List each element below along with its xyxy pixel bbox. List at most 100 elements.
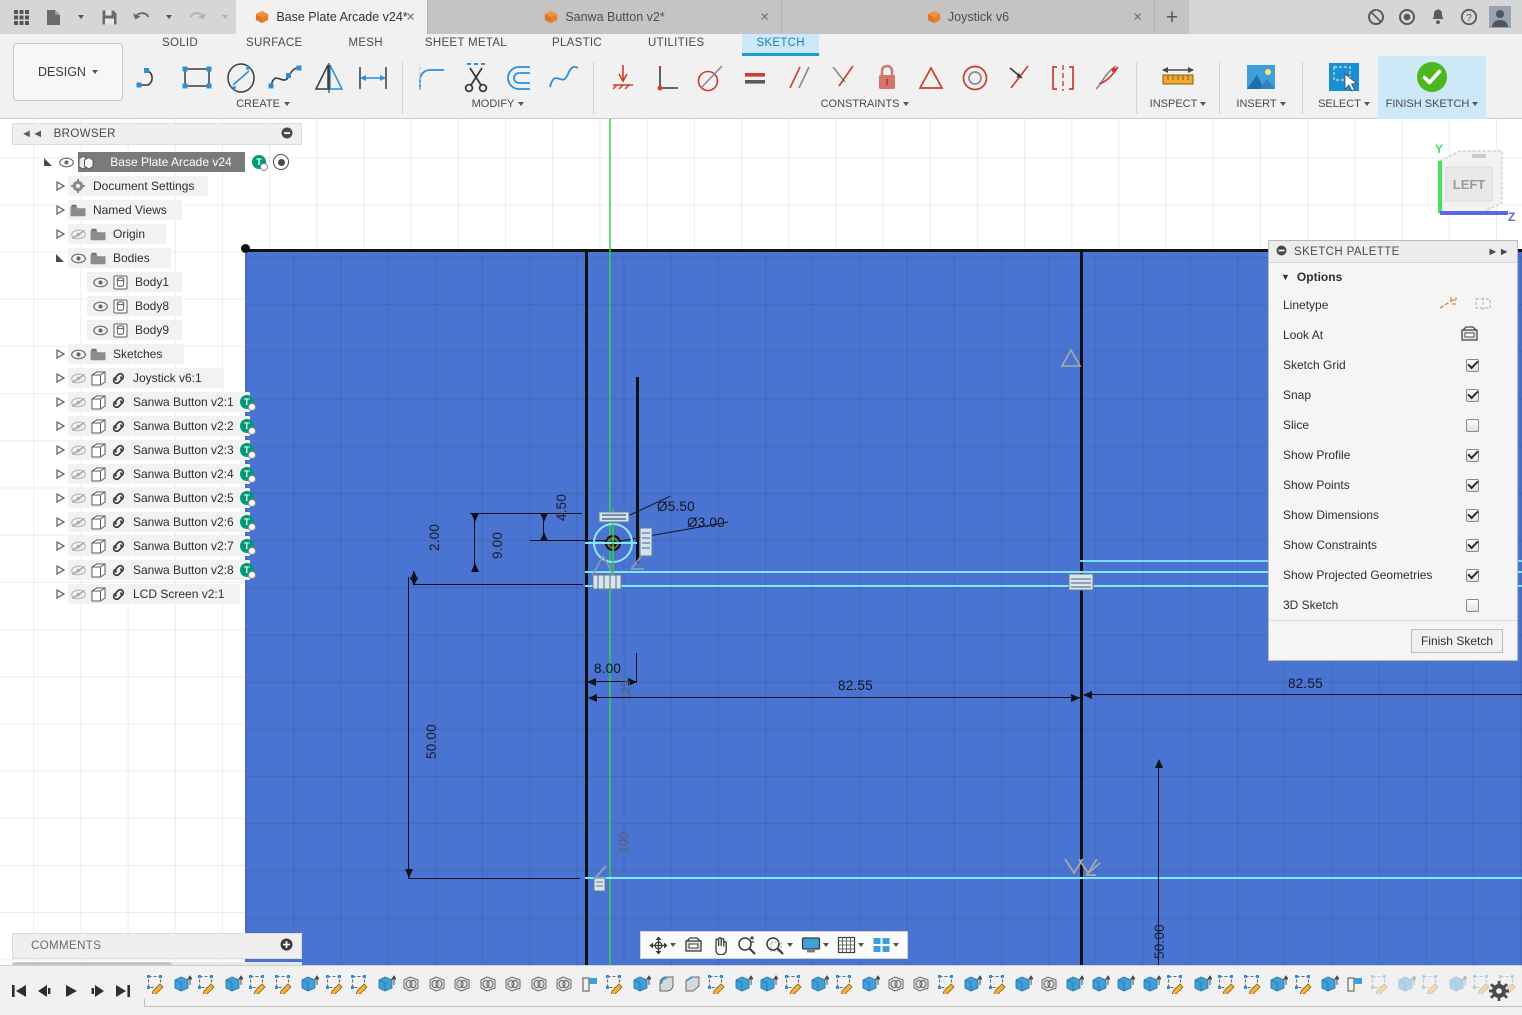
component-badge-icon[interactable]: T bbox=[240, 395, 254, 409]
timeline-feature-joint-icon[interactable] bbox=[399, 969, 425, 1001]
sketch-dimension-icon[interactable] bbox=[351, 56, 395, 100]
line-icon[interactable] bbox=[131, 56, 175, 100]
apps-grid-icon[interactable] bbox=[6, 2, 36, 32]
coincident-constraint-glyph-right[interactable] bbox=[639, 527, 653, 560]
visibility-eye-hidden-icon[interactable] bbox=[68, 517, 88, 528]
show-constraints-checkbox[interactable] bbox=[1466, 539, 1479, 552]
tab-utilities[interactable]: UTILITIES bbox=[634, 34, 718, 56]
step-forward-icon[interactable] bbox=[84, 976, 110, 1006]
new-file-icon[interactable] bbox=[38, 2, 68, 32]
sidebar-item-body9[interactable]: Body9 bbox=[12, 318, 302, 342]
tangent-constraint-glyph-top[interactable] bbox=[1060, 347, 1082, 372]
rectangle-icon[interactable] bbox=[175, 56, 219, 100]
twisty-icon[interactable] bbox=[52, 397, 68, 407]
new-file-dropdown-icon[interactable] bbox=[70, 2, 92, 32]
timeline-feature-sketch-icon[interactable] bbox=[1215, 969, 1241, 1001]
vertical-constraint-glyph[interactable] bbox=[592, 571, 622, 596]
visibility-eye-hidden-icon[interactable] bbox=[68, 373, 88, 384]
curvature-constraint-icon[interactable] bbox=[1085, 56, 1129, 100]
visibility-eye-hidden-icon[interactable] bbox=[68, 397, 88, 408]
timeline-feature-extrude-icon[interactable] bbox=[170, 969, 196, 1001]
fix-unfix-lock-icon[interactable] bbox=[865, 56, 909, 100]
timeline-feature-sketch-icon[interactable] bbox=[603, 969, 629, 1001]
sidebar-item-lcd-screen-v2-1[interactable]: LCD Screen v2:1 bbox=[12, 582, 302, 606]
sidebar-item-document-settings[interactable]: Document Settings bbox=[12, 174, 302, 198]
timeline-feature-extrude-icon[interactable] bbox=[629, 969, 655, 1001]
tab-solid[interactable]: SOLID bbox=[148, 34, 212, 56]
collinear-constraint-glyph-right[interactable] bbox=[1082, 861, 1104, 886]
dim-50-00-right[interactable]: 50.00 bbox=[1152, 924, 1167, 959]
construction-linetype-icon[interactable] bbox=[1439, 296, 1458, 314]
sidebar-item-named-views[interactable]: Named Views bbox=[12, 198, 302, 222]
component-badge-icon[interactable]: T bbox=[240, 539, 254, 553]
twisty-icon[interactable] bbox=[52, 229, 68, 239]
timeline-feature-extrude-icon[interactable] bbox=[374, 969, 400, 1001]
tab-mesh[interactable]: MESH bbox=[334, 34, 396, 56]
equal-constraint-glyph[interactable] bbox=[598, 511, 630, 526]
twisty-icon[interactable] bbox=[52, 469, 68, 479]
undo-icon[interactable] bbox=[126, 2, 156, 32]
visibility-eye-hidden-icon[interactable] bbox=[68, 229, 88, 240]
ribbon-group-modify-label[interactable]: MODIFY bbox=[472, 98, 525, 110]
timeline-feature-fillet-icon[interactable] bbox=[654, 969, 680, 1001]
timeline-feature-extrude-icon[interactable] bbox=[1266, 969, 1292, 1001]
twisty-icon[interactable] bbox=[52, 589, 68, 599]
timeline-feature-sketch-icon[interactable] bbox=[935, 969, 961, 1001]
twisty-icon[interactable] bbox=[52, 349, 68, 359]
timeline-feature-extrude-icon[interactable] bbox=[807, 969, 833, 1001]
notifications-bell-icon[interactable] bbox=[1424, 3, 1452, 31]
tab-joystick[interactable]: Joystick v6 × bbox=[782, 0, 1155, 34]
go-to-end-icon[interactable] bbox=[110, 976, 136, 1006]
add-comment-icon[interactable] bbox=[280, 938, 293, 954]
timeline-feature-rigid-group-icon[interactable] bbox=[1343, 969, 1369, 1001]
close-icon[interactable]: × bbox=[1133, 10, 1142, 25]
twisty-icon[interactable] bbox=[52, 205, 68, 215]
component-badge-icon[interactable]: T bbox=[252, 155, 266, 169]
show-projected-geometries-checkbox[interactable] bbox=[1466, 569, 1479, 582]
timeline-feature-extrude-icon[interactable] bbox=[1088, 969, 1114, 1001]
visibility-eye-hidden-icon[interactable] bbox=[68, 541, 88, 552]
concentric-constraint-icon[interactable] bbox=[953, 56, 997, 100]
trim-scissors-icon[interactable] bbox=[454, 56, 498, 100]
twisty-open-icon[interactable] bbox=[40, 157, 56, 167]
timeline-feature-extrude-icon[interactable] bbox=[1011, 969, 1037, 1001]
close-icon[interactable]: × bbox=[760, 10, 769, 25]
dim-2-00[interactable]: 2.00 bbox=[427, 524, 442, 551]
new-tab-button[interactable]: + bbox=[1155, 0, 1189, 34]
palette-row-sketch-grid[interactable]: Sketch Grid bbox=[1269, 350, 1517, 380]
timeline-feature-extrude-icon[interactable] bbox=[1139, 969, 1165, 1001]
twisty-icon[interactable] bbox=[52, 517, 68, 527]
sketch-line-vertical-left[interactable] bbox=[585, 249, 588, 965]
coincident-constraint-glyph-lower-left[interactable] bbox=[592, 864, 610, 897]
symmetry-constraint-icon[interactable] bbox=[1041, 56, 1085, 100]
timeline-feature-extrude-icon[interactable] bbox=[858, 969, 884, 1001]
sidebar-item-sanwa-button-v2-1[interactable]: Sanwa Button v2:1 T bbox=[12, 390, 302, 414]
visibility-eye-icon[interactable] bbox=[68, 349, 88, 360]
visibility-eye-hidden-icon[interactable] bbox=[68, 493, 88, 504]
redo-dropdown-icon[interactable] bbox=[214, 2, 236, 32]
midpoint-constraint-icon[interactable] bbox=[909, 56, 953, 100]
undo-dropdown-icon[interactable] bbox=[158, 2, 180, 32]
finish-sketch-palette-button[interactable]: Finish Sketch bbox=[1411, 629, 1503, 653]
gear-icon[interactable] bbox=[1486, 978, 1512, 1004]
refresh-icon[interactable] bbox=[1362, 3, 1390, 31]
tab-surface[interactable]: SURFACE bbox=[232, 34, 316, 56]
timeline-feature-joint-icon[interactable] bbox=[501, 969, 527, 1001]
job-status-icon[interactable] bbox=[1393, 3, 1421, 31]
view-cube[interactable]: LEFT Y Z bbox=[1420, 139, 1516, 235]
timeline-feature-sketch-icon[interactable] bbox=[782, 969, 808, 1001]
palette-row-slice[interactable]: Slice bbox=[1269, 410, 1517, 440]
play-icon[interactable] bbox=[58, 976, 84, 1006]
step-back-icon[interactable] bbox=[32, 976, 58, 1006]
show-profile-checkbox[interactable] bbox=[1466, 449, 1479, 462]
sidebar-item-sanwa-button-v2-7[interactable]: Sanwa Button v2:7 T bbox=[12, 534, 302, 558]
sidebar-item-sanwa-button-v2-5[interactable]: Sanwa Button v2:5 T bbox=[12, 486, 302, 510]
twisty-icon[interactable] bbox=[52, 445, 68, 455]
perpendicular-constraint-icon[interactable] bbox=[645, 56, 689, 100]
timeline-feature-sketch-icon[interactable] bbox=[1368, 969, 1394, 1001]
sidebar-item-joystick-v6-1[interactable]: Joystick v6:1 bbox=[12, 366, 302, 390]
visibility-eye-icon[interactable] bbox=[90, 325, 110, 336]
tab-sanwa-button[interactable]: Sanwa Button v2* × bbox=[428, 0, 782, 34]
component-badge-icon[interactable]: T bbox=[240, 515, 254, 529]
timeline-feature-sketch-icon[interactable] bbox=[195, 969, 221, 1001]
